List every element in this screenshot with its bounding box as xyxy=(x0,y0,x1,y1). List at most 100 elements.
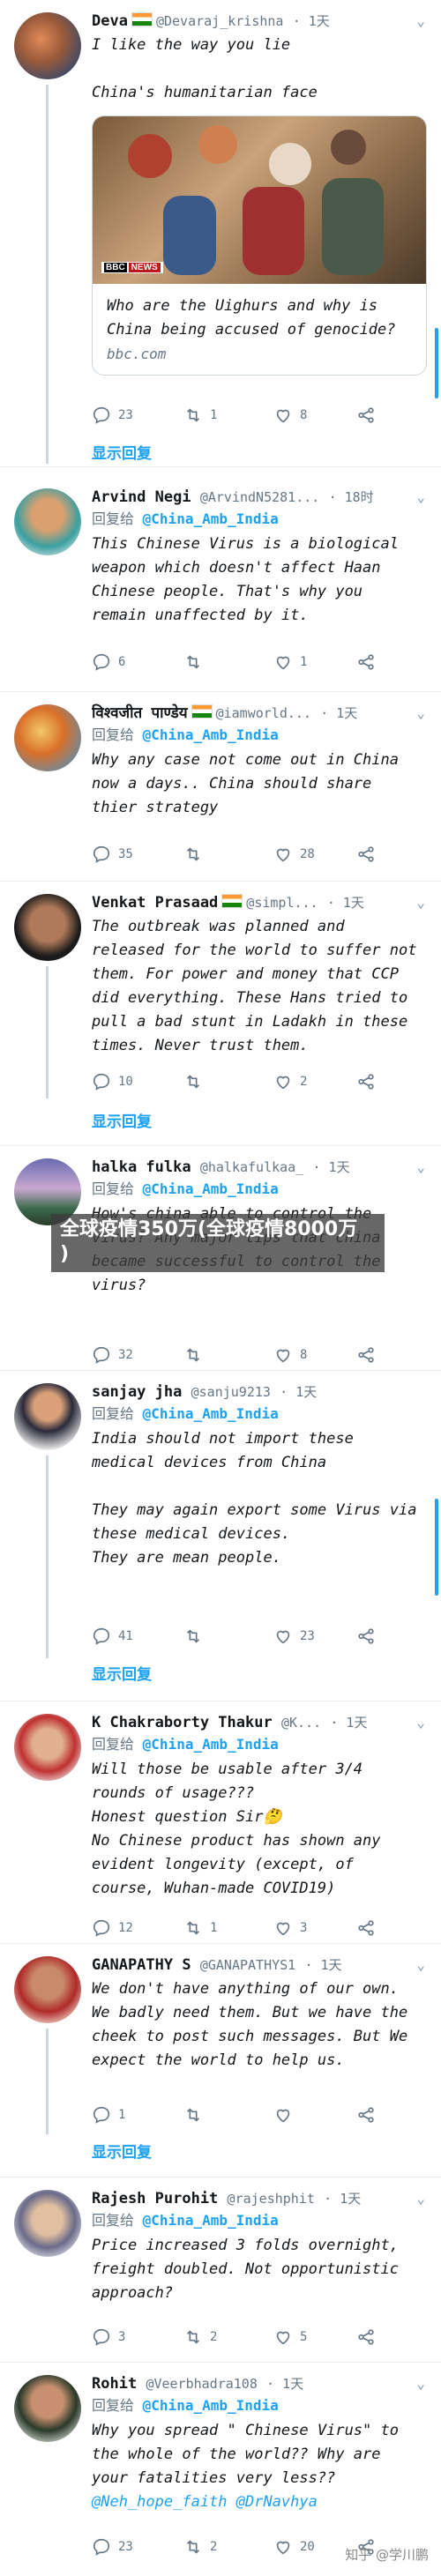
chevron-down-icon[interactable]: ⌄ xyxy=(416,1714,425,1731)
reply-to-link[interactable]: @China_Amb_India xyxy=(143,1736,279,1753)
display-name[interactable]: Arvind Negi xyxy=(92,488,191,506)
chevron-down-icon[interactable]: ⌄ xyxy=(416,1158,425,1175)
display-name[interactable]: sanjay jha xyxy=(92,1383,182,1401)
display-name[interactable]: halka fulka xyxy=(92,1158,191,1176)
reply-button[interactable]: 35 xyxy=(92,845,133,864)
chevron-down-icon[interactable]: ⌄ xyxy=(416,704,425,721)
timestamp[interactable]: · 1天 xyxy=(293,13,330,29)
like-button[interactable]: 28 xyxy=(273,845,315,864)
retweet-button[interactable]: 1 xyxy=(183,1918,217,1938)
chevron-down-icon[interactable]: ⌄ xyxy=(416,488,425,505)
display-name[interactable]: विश्वजीत पाण्डेय xyxy=(92,704,188,722)
share-button[interactable] xyxy=(356,1345,376,1365)
like-button[interactable]: 8 xyxy=(273,406,307,425)
tweet[interactable]: GANAPATHY S @GANAPATHYS1 · 1天 ⌄ We don't… xyxy=(0,1944,441,2178)
chevron-down-icon[interactable]: ⌄ xyxy=(416,2190,425,2207)
user-handle[interactable]: @rajeshphit xyxy=(228,2191,315,2207)
tweet[interactable]: Arvind Negi @ArvindN5281... · 18时 ⌄ 回复给 … xyxy=(0,476,441,692)
share-button[interactable] xyxy=(356,1072,376,1091)
timestamp[interactable]: · 1天 xyxy=(320,705,357,721)
user-handle[interactable]: @K... xyxy=(281,1715,321,1731)
reply-button[interactable]: 12 xyxy=(92,1918,133,1938)
reply-button[interactable]: 10 xyxy=(92,1072,133,1091)
share-button[interactable] xyxy=(356,2105,376,2125)
like-button[interactable]: 20 xyxy=(273,2537,315,2557)
show-replies-link[interactable]: 显示回复 xyxy=(92,441,152,463)
user-handle[interactable]: @sanju9213 xyxy=(191,1384,271,1400)
reply-button[interactable]: 32 xyxy=(92,1345,133,1365)
share-button[interactable] xyxy=(356,1627,376,1646)
user-handle[interactable]: @Veerbhadra108 xyxy=(146,2376,257,2392)
retweet-button[interactable] xyxy=(183,1072,210,1091)
reply-to-link[interactable]: @China_Amb_India xyxy=(143,510,279,527)
like-button[interactable]: 23 xyxy=(273,1627,315,1646)
retweet-button[interactable]: 1 xyxy=(183,406,217,425)
retweet-button[interactable] xyxy=(183,652,210,672)
reply-button[interactable]: 23 xyxy=(92,2537,133,2557)
reply-to-link[interactable]: @China_Amb_India xyxy=(143,726,279,743)
tweet[interactable]: Deva @Devaraj_krishna · 1天 ⌄ I like the w… xyxy=(0,0,441,467)
display-name[interactable]: GANAPATHY S xyxy=(92,1956,191,1974)
avatar[interactable] xyxy=(14,1383,81,1450)
avatar[interactable] xyxy=(14,704,81,771)
like-button[interactable] xyxy=(273,2105,300,2125)
user-handle[interactable]: @iamworld... xyxy=(216,705,311,721)
scrollbar[interactable] xyxy=(435,328,438,398)
scrollbar[interactable] xyxy=(435,1499,438,1596)
timestamp[interactable]: · 1天 xyxy=(304,1957,341,1973)
user-handle[interactable]: @simpl... xyxy=(246,895,318,911)
tweet[interactable]: Rohit @Veerbhadra108 · 1天 ⌄ 回复给 @China_A… xyxy=(0,2363,441,2576)
tweet[interactable]: sanjay jha @sanju9213 · 1天 回复给 @China_Am… xyxy=(0,1371,441,1701)
reply-button[interactable]: 23 xyxy=(92,406,133,425)
avatar[interactable] xyxy=(14,12,81,79)
like-button[interactable]: 3 xyxy=(273,1918,307,1938)
timestamp[interactable]: · 1天 xyxy=(324,2191,361,2207)
retweet-button[interactable] xyxy=(183,1627,210,1646)
reply-to-link[interactable]: @China_Amb_India xyxy=(143,1180,279,1197)
retweet-button[interactable]: 2 xyxy=(183,2327,217,2347)
share-button[interactable] xyxy=(356,1918,376,1938)
user-handle[interactable]: @ArvindN5281... xyxy=(200,489,319,505)
avatar[interactable] xyxy=(14,894,81,961)
retweet-button[interactable] xyxy=(183,2105,210,2125)
mention-links[interactable]: @Neh_hope_faith @DrNavhya xyxy=(92,2490,425,2514)
display-name[interactable]: Rajesh Purohit xyxy=(92,2190,218,2207)
timestamp[interactable]: · 1天 xyxy=(280,1384,317,1400)
share-button[interactable] xyxy=(356,2327,376,2347)
reply-button[interactable]: 1 xyxy=(92,2105,125,2125)
avatar[interactable] xyxy=(14,1714,81,1781)
reply-to-link[interactable]: @China_Amb_India xyxy=(143,2212,279,2229)
show-replies-link[interactable]: 显示回复 xyxy=(92,1662,152,1684)
chevron-down-icon[interactable]: ⌄ xyxy=(416,894,425,911)
reply-to-link[interactable]: @China_Amb_India xyxy=(143,1405,279,1422)
show-replies-link[interactable]: 显示回复 xyxy=(92,1109,152,1131)
avatar[interactable] xyxy=(14,2190,81,2257)
user-handle[interactable]: @halkafulkaa_ xyxy=(200,1159,303,1175)
retweet-button[interactable] xyxy=(183,1345,210,1365)
like-button[interactable]: 5 xyxy=(273,2327,307,2347)
chevron-down-icon[interactable]: ⌄ xyxy=(416,1956,425,1973)
tweet[interactable]: Venkat Prasaad @simpl... · 1天 ⌄ The outbr… xyxy=(0,882,441,1146)
show-replies-link[interactable]: 显示回复 xyxy=(92,2140,152,2162)
display-name[interactable]: Rohit xyxy=(92,2375,137,2393)
display-name[interactable]: K Chakraborty Thakur xyxy=(92,1714,273,1731)
reply-to-link[interactable]: @China_Amb_India xyxy=(143,2397,279,2414)
timestamp[interactable]: · 1天 xyxy=(327,895,364,911)
chevron-down-icon[interactable]: ⌄ xyxy=(416,2375,425,2392)
share-button[interactable] xyxy=(356,652,376,672)
display-name[interactable]: Deva xyxy=(92,12,128,30)
share-button[interactable] xyxy=(356,406,376,425)
reply-button[interactable]: 3 xyxy=(92,2327,125,2347)
avatar[interactable] xyxy=(14,2375,81,2442)
retweet-button[interactable] xyxy=(183,845,210,864)
display-name[interactable]: Venkat Prasaad xyxy=(92,894,218,912)
like-button[interactable]: 2 xyxy=(273,1072,307,1091)
user-handle[interactable]: @GANAPATHYS1 xyxy=(200,1957,295,1973)
chevron-down-icon[interactable]: ⌄ xyxy=(416,12,425,29)
timestamp[interactable]: · 18时 xyxy=(329,489,374,505)
timestamp[interactable]: · 1天 xyxy=(266,2376,303,2392)
share-button[interactable] xyxy=(356,845,376,864)
retweet-button[interactable]: 2 xyxy=(183,2537,217,2557)
avatar[interactable] xyxy=(14,1956,81,2023)
tweet[interactable]: Rajesh Purohit @rajeshphit · 1天 ⌄ 回复给 @C… xyxy=(0,2178,441,2363)
